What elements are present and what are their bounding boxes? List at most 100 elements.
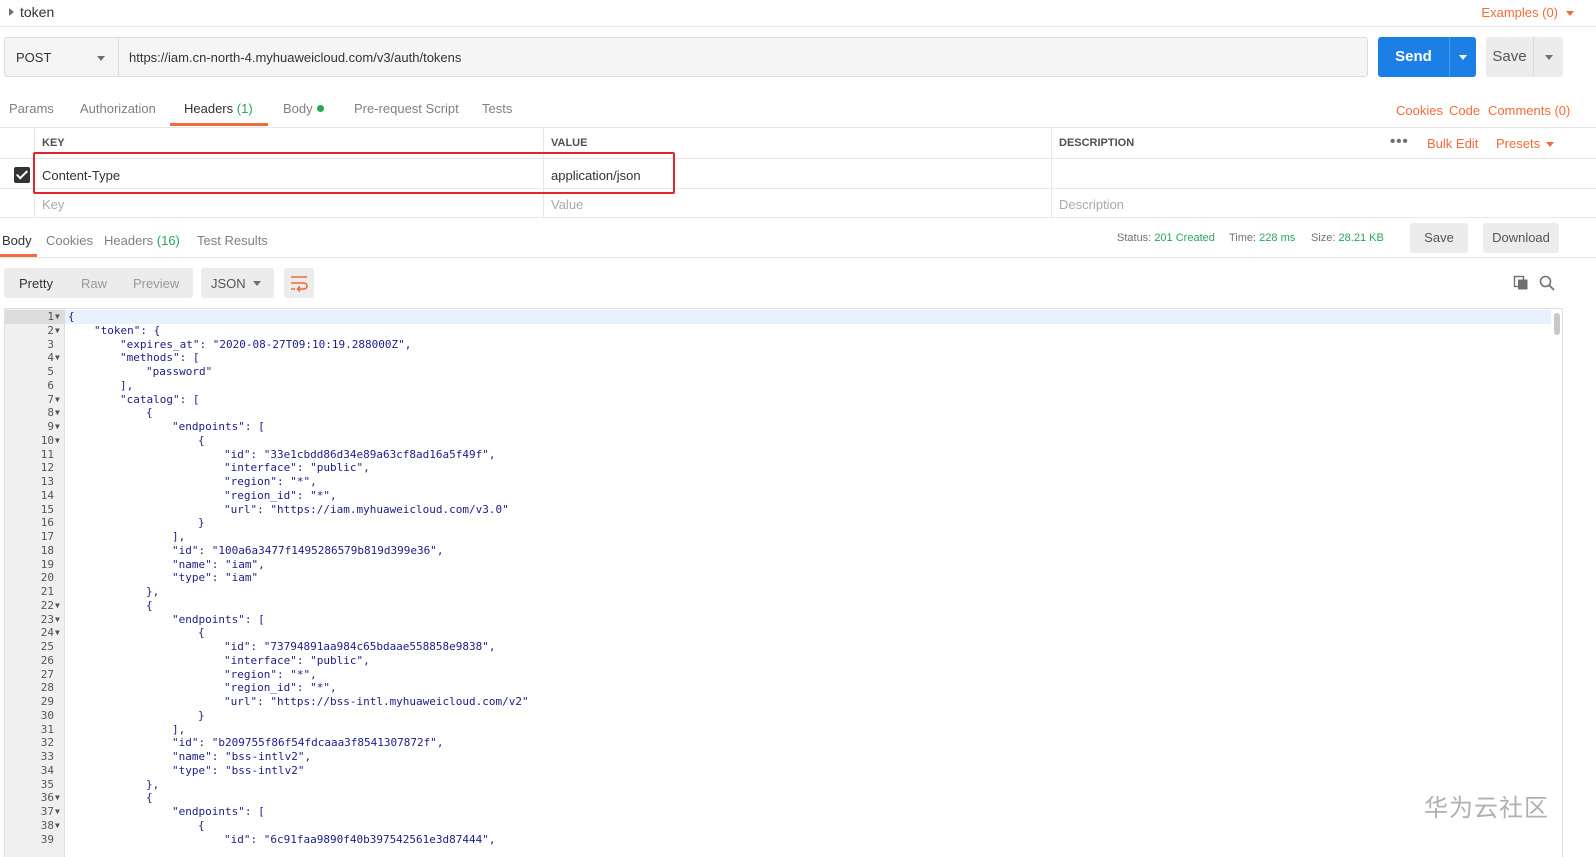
tab-authorization[interactable]: Authorization bbox=[80, 101, 156, 116]
line-number: 31 bbox=[40, 722, 54, 736]
line-number: 34 bbox=[40, 763, 54, 777]
line-number: 39 bbox=[40, 832, 54, 846]
fold-toggle-icon[interactable]: ▼ bbox=[55, 626, 60, 640]
tab-test-results[interactable]: Test Results bbox=[197, 233, 268, 248]
line-number: 13 bbox=[40, 475, 54, 488]
line-number: 15 bbox=[40, 502, 54, 516]
code-line: 23 ▼ "endpoints": [ bbox=[5, 613, 1551, 627]
headers-table: KEY VALUE DESCRIPTION ••• Bulk Edit Pres… bbox=[0, 128, 1596, 218]
tab-response-headers[interactable]: Headers (16) bbox=[104, 233, 180, 248]
method-value: POST bbox=[16, 50, 52, 65]
code-line: 2 ▼ "token": { bbox=[5, 324, 1551, 338]
line-number: 28 bbox=[40, 681, 54, 695]
save-response-button[interactable]: Save bbox=[1410, 223, 1468, 253]
search-icon[interactable] bbox=[1539, 275, 1555, 291]
fold-toggle-icon[interactable]: ▼ bbox=[55, 805, 60, 819]
new-value-input[interactable]: Value bbox=[543, 189, 1051, 218]
view-raw[interactable]: Raw bbox=[81, 276, 107, 291]
code-line: 15 "url": "https://iam.myhuaweicloud.com/… bbox=[5, 503, 1551, 517]
format-select[interactable]: JSON bbox=[201, 268, 274, 298]
header-value-input[interactable]: application/json bbox=[543, 159, 1051, 188]
code-line: 7 ▼ "catalog": [ bbox=[5, 393, 1551, 407]
method-select[interactable]: POST bbox=[4, 37, 119, 77]
cookies-link[interactable]: Cookies bbox=[1396, 103, 1443, 118]
line-number: 21 bbox=[40, 585, 54, 598]
header-description-input[interactable] bbox=[1051, 159, 1596, 188]
fold-toggle-icon[interactable]: ▼ bbox=[55, 351, 60, 365]
more-options-icon[interactable]: ••• bbox=[1390, 133, 1409, 150]
code-text: "name": "iam", bbox=[172, 557, 265, 571]
response-tabs: Body Cookies Headers (16) Test Results S… bbox=[0, 218, 1596, 258]
code-text: } bbox=[198, 516, 205, 530]
code-text: { bbox=[68, 310, 75, 323]
header-enabled-checkbox[interactable] bbox=[14, 167, 30, 183]
code-text: ], bbox=[120, 378, 134, 392]
send-button[interactable]: Send bbox=[1378, 37, 1449, 77]
download-button[interactable]: Download bbox=[1483, 223, 1559, 253]
code-text: "expires_at": "2020-08-27T09:10:19.28800… bbox=[120, 337, 412, 351]
line-number: 7 bbox=[47, 392, 54, 406]
code-line: 32 "id": "b209755f86f54fdcaaa3f8541307872… bbox=[5, 736, 1551, 750]
line-number: 26 bbox=[40, 653, 54, 667]
tab-body[interactable]: Body bbox=[283, 101, 324, 116]
active-tab-indicator bbox=[170, 123, 268, 126]
code-text: { bbox=[146, 406, 153, 420]
fold-toggle-icon[interactable]: ▼ bbox=[55, 599, 60, 613]
response-body-editor[interactable]: 1 ▼{2 ▼ "token": {3 "expires_at": "2020-08-2… bbox=[4, 308, 1563, 857]
tab-params[interactable]: Params bbox=[9, 101, 54, 116]
code-line: 26 "interface": "public", bbox=[5, 654, 1551, 668]
chevron-down-icon[interactable] bbox=[1546, 142, 1554, 147]
tab-tests[interactable]: Tests bbox=[482, 101, 512, 116]
url-input[interactable]: https://iam.cn-north-4.myhuaweicloud.com… bbox=[119, 37, 1368, 77]
chevron-down-icon[interactable] bbox=[1566, 11, 1574, 16]
wrap-lines-button[interactable] bbox=[284, 268, 314, 298]
fold-toggle-icon[interactable]: ▼ bbox=[55, 406, 60, 420]
code-line: 17], bbox=[5, 530, 1551, 544]
new-description-input[interactable]: Description bbox=[1051, 189, 1596, 218]
view-preview[interactable]: Preview bbox=[133, 276, 179, 291]
tab-response-cookies[interactable]: Cookies bbox=[46, 233, 93, 248]
code-text: "id": "100a6a3477f1495286579b819d399e36"… bbox=[172, 543, 444, 557]
fold-toggle-icon[interactable]: ▼ bbox=[55, 791, 60, 805]
new-key-input[interactable]: Key bbox=[34, 189, 543, 218]
send-options-button[interactable] bbox=[1449, 37, 1476, 77]
request-name[interactable]: token bbox=[20, 4, 54, 20]
code-line: 9 ▼ "endpoints": [ bbox=[5, 420, 1551, 434]
header-key-input[interactable]: Content-Type bbox=[34, 159, 543, 188]
save-options-button[interactable] bbox=[1533, 37, 1563, 77]
tab-response-body[interactable]: Body bbox=[2, 233, 32, 248]
tab-headers[interactable]: Headers (1) bbox=[184, 101, 253, 116]
code-text: ], bbox=[172, 530, 186, 543]
line-number: 10 bbox=[40, 433, 54, 447]
editor-scrollbar[interactable] bbox=[1554, 313, 1560, 335]
presets-dropdown[interactable]: Presets bbox=[1496, 136, 1540, 151]
fold-toggle-icon[interactable]: ▼ bbox=[55, 613, 60, 627]
line-number: 25 bbox=[40, 640, 54, 653]
tab-prerequest-script[interactable]: Pre-request Script bbox=[354, 101, 459, 116]
fold-toggle-icon[interactable]: ▼ bbox=[55, 819, 60, 833]
code-text: }, bbox=[146, 585, 160, 598]
fold-toggle-icon[interactable]: ▼ bbox=[55, 420, 60, 434]
bulk-edit-link[interactable]: Bulk Edit bbox=[1427, 136, 1478, 151]
fold-toggle-icon[interactable]: ▼ bbox=[55, 393, 60, 407]
line-number: 23 bbox=[40, 612, 54, 626]
code-link[interactable]: Code bbox=[1449, 103, 1480, 118]
code-text: "type": "bss-intlv2" bbox=[172, 763, 305, 777]
code-text: "methods": [ bbox=[120, 351, 200, 365]
comments-link[interactable]: Comments (0) bbox=[1488, 103, 1570, 118]
code-text: } bbox=[198, 708, 205, 722]
code-text: "region_id": "*", bbox=[224, 488, 337, 502]
fold-toggle-icon[interactable]: ▼ bbox=[55, 434, 60, 448]
expand-caret-icon[interactable] bbox=[9, 8, 14, 16]
line-number: 9 bbox=[47, 420, 54, 433]
examples-dropdown[interactable]: Examples (0) bbox=[1481, 5, 1558, 20]
fold-toggle-icon[interactable]: ▼ bbox=[55, 324, 60, 338]
copy-icon[interactable] bbox=[1513, 275, 1529, 291]
view-pretty[interactable]: Pretty bbox=[19, 276, 53, 291]
headers-table-header: KEY VALUE DESCRIPTION ••• Bulk Edit Pres… bbox=[0, 128, 1596, 159]
code-line: 34 "type": "bss-intlv2" bbox=[5, 764, 1551, 778]
line-number: 5 bbox=[47, 365, 54, 378]
fold-toggle-icon[interactable]: ▼ bbox=[55, 310, 60, 324]
code-text: "id": "73794891aa984c65bdaae558858e9838"… bbox=[224, 640, 496, 653]
save-button[interactable]: Save bbox=[1486, 37, 1533, 77]
